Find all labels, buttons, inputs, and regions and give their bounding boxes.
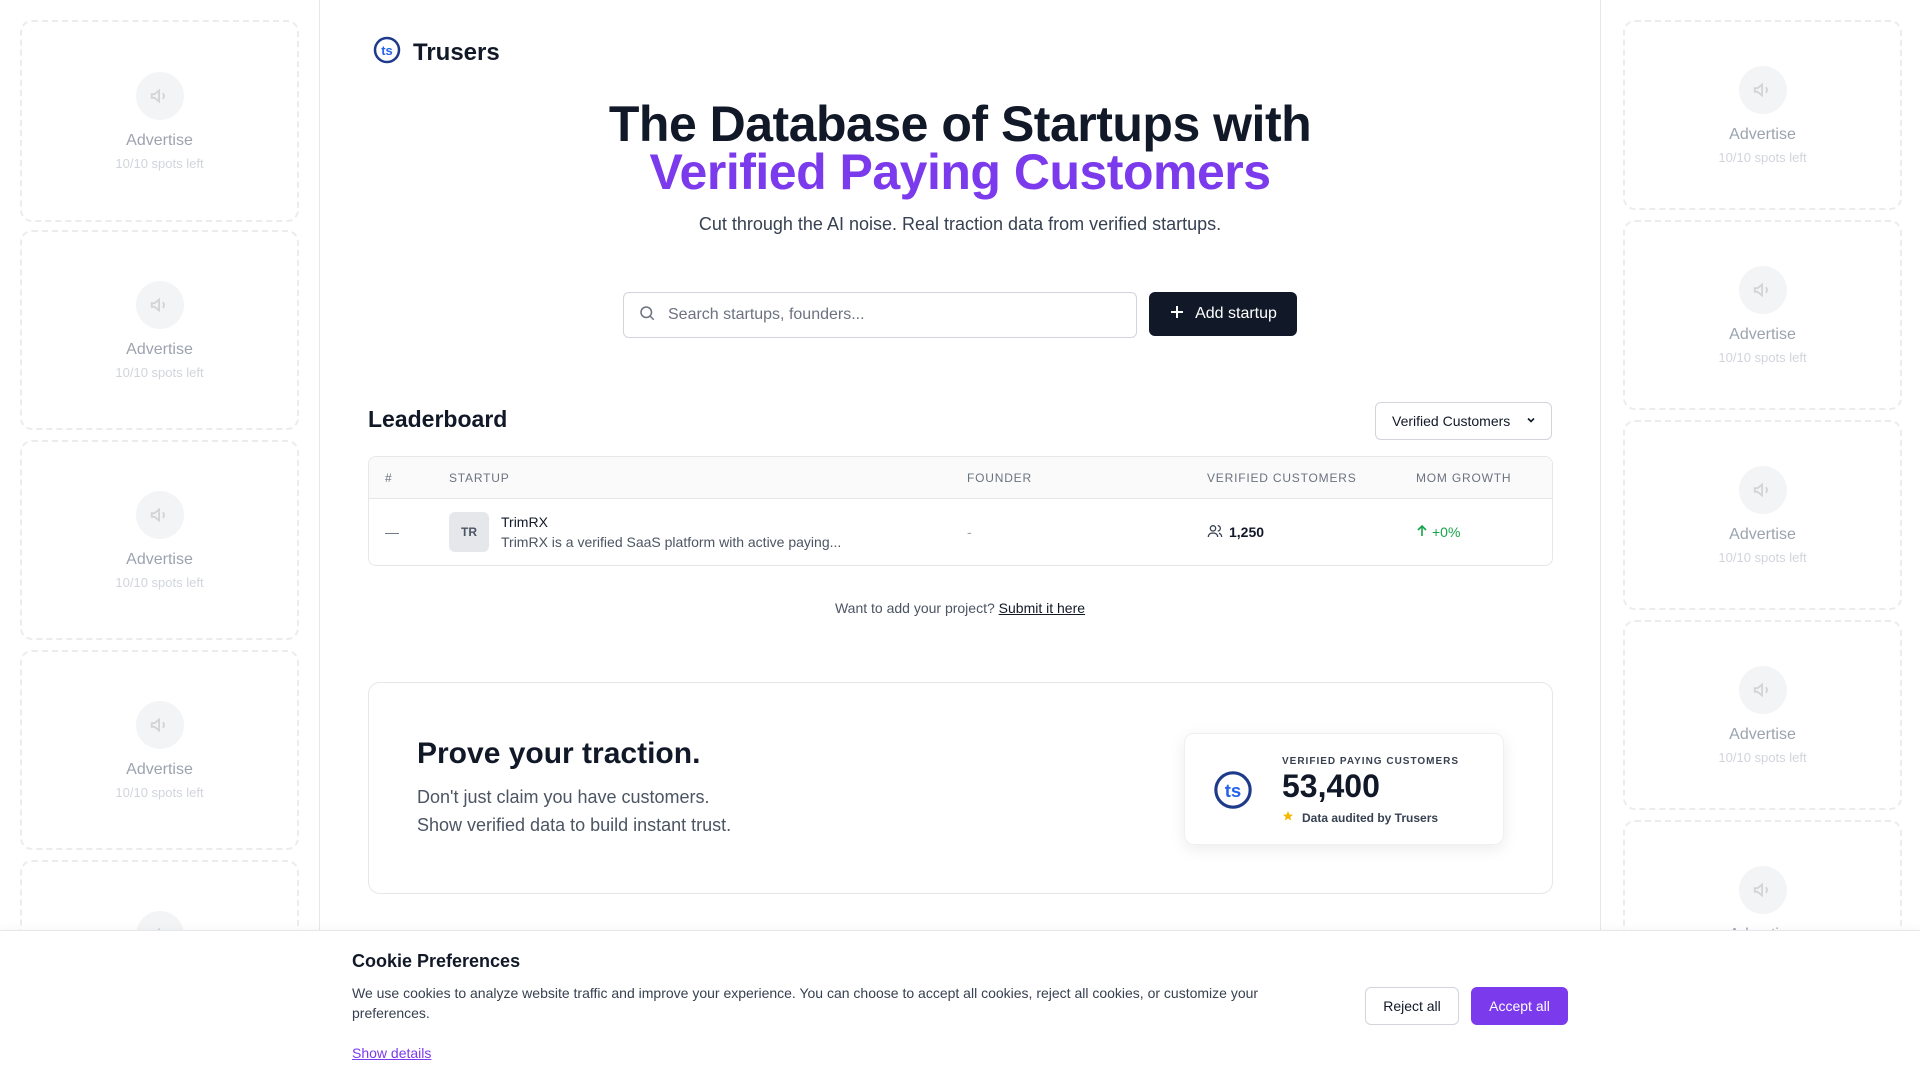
- growth-value: +0%: [1432, 524, 1461, 540]
- table-header: # Startup Founder Verified Customers MoM…: [369, 457, 1552, 499]
- left-ad-rail: Advertise 10/10 spots left Advertise 10/…: [0, 0, 320, 1080]
- add-startup-button[interactable]: Add startup: [1149, 292, 1297, 336]
- ad-title: Advertise: [1729, 525, 1796, 543]
- ad-slot[interactable]: Advertise 10/10 spots left: [1623, 620, 1902, 810]
- main-content: ts Trusers The Database of Startups with…: [320, 0, 1600, 1080]
- ad-title: Advertise: [126, 340, 193, 358]
- row-growth: +0%: [1416, 499, 1460, 565]
- leaderboard-title: Leaderboard: [368, 406, 508, 432]
- startup-name: TrimRX: [501, 514, 548, 530]
- hero: The Database of Startups with Verified P…: [320, 99, 1600, 235]
- hero-title-line2: Verified Paying Customers: [649, 144, 1271, 200]
- ad-spots: 10/10 spots left: [1718, 549, 1807, 565]
- leaderboard-filter-value: Verified Customers: [1392, 413, 1511, 429]
- ad-spots: 10/10 spots left: [115, 574, 204, 590]
- search-icon: [638, 304, 656, 327]
- cookie-banner: Cookie Preferences We use cookies to ana…: [0, 930, 1920, 1080]
- leaderboard-filter-select[interactable]: Verified Customers: [1375, 402, 1552, 440]
- ad-title: Advertise: [126, 550, 193, 568]
- card-audit-text: Data audited by Trusers: [1302, 810, 1439, 825]
- arrow-up-icon: [1416, 524, 1428, 540]
- search-box[interactable]: [623, 292, 1137, 338]
- submit-prompt: Want to add your project?: [834, 600, 995, 616]
- brand[interactable]: ts Trusers: [373, 36, 500, 69]
- trusers-logo-icon: ts: [373, 36, 401, 69]
- megaphone-icon: [135, 71, 184, 120]
- col-verified-customers: Verified Customers: [1207, 471, 1357, 485]
- megaphone-icon: [1738, 665, 1787, 714]
- hero-subtitle: Cut through the AI noise. Real traction …: [698, 214, 1222, 234]
- add-startup-label: Add startup: [1195, 305, 1277, 322]
- megaphone-icon: [1738, 465, 1787, 514]
- brand-name: Trusers: [413, 38, 500, 66]
- col-founder: Founder: [967, 471, 1032, 485]
- hero-title: The Database of Startups with Verified P…: [320, 99, 1600, 200]
- verified-customers-card: ts Verified Paying Customers 53,400 Data…: [1184, 733, 1504, 845]
- ad-title: Advertise: [1729, 125, 1796, 143]
- row-founder: -: [967, 524, 972, 540]
- right-ad-rail: Advertise 10/10 spots left Advertise 10/…: [1600, 0, 1920, 1080]
- row-rank: —: [385, 524, 399, 540]
- ad-spots: 10/10 spots left: [1718, 749, 1807, 765]
- ad-spots: 10/10 spots left: [115, 364, 204, 380]
- customers-count: 1,250: [1229, 524, 1265, 540]
- search-row: Add startup: [623, 292, 1297, 338]
- svg-text:ts: ts: [381, 43, 393, 58]
- megaphone-icon: [135, 280, 184, 329]
- users-icon: [1207, 523, 1223, 542]
- megaphone-icon: [1738, 65, 1787, 114]
- submit-link[interactable]: Submit it here: [999, 600, 1085, 616]
- traction-line1: Don't just claim you have customers.: [417, 787, 710, 807]
- megaphone-icon: [1738, 265, 1787, 314]
- ad-spots: 10/10 spots left: [1718, 149, 1807, 165]
- ad-title: Advertise: [1729, 725, 1796, 743]
- leaderboard-table: # Startup Founder Verified Customers MoM…: [368, 456, 1553, 566]
- trusers-logo-icon: ts: [1213, 770, 1253, 815]
- star-icon: [1282, 810, 1294, 825]
- ad-slot[interactable]: Advertise 10/10 spots left: [1623, 420, 1902, 610]
- ad-slot[interactable]: Advertise 10/10 spots left: [1623, 20, 1902, 210]
- card-value: 53,400: [1282, 768, 1380, 804]
- accept-all-button[interactable]: Accept all: [1471, 987, 1568, 1025]
- card-audit: Data audited by Trusers: [1282, 810, 1438, 825]
- ad-slot[interactable]: Advertise 10/10 spots left: [20, 20, 299, 222]
- search-input[interactable]: [668, 306, 1108, 324]
- ad-spots: 10/10 spots left: [1718, 349, 1807, 365]
- cookie-text: We use cookies to analyze website traffi…: [352, 985, 1259, 1021]
- row-customers: 1,250: [1207, 499, 1264, 565]
- col-mom-growth: MoM Growth: [1416, 471, 1512, 485]
- col-rank: #: [385, 471, 393, 485]
- ad-slot[interactable]: Advertise 10/10 spots left: [1623, 220, 1902, 410]
- card-caption: Verified Paying Customers: [1282, 756, 1460, 767]
- megaphone-icon: [1738, 865, 1787, 914]
- startup-logo: TR: [449, 512, 489, 552]
- ad-slot[interactable]: Advertise 10/10 spots left: [20, 650, 299, 850]
- show-details-link[interactable]: Show details: [352, 1045, 431, 1061]
- traction-section: Prove your traction. Don't just claim yo…: [368, 682, 1553, 894]
- megaphone-icon: [135, 700, 184, 749]
- ad-title: Advertise: [126, 131, 193, 149]
- megaphone-icon: [135, 490, 184, 539]
- traction-line2: Show verified data to build instant trus…: [417, 815, 732, 835]
- ad-slot[interactable]: Advertise 10/10 spots left: [20, 440, 299, 640]
- plus-icon: [1169, 304, 1185, 325]
- ad-title: Advertise: [1729, 325, 1796, 343]
- traction-title: Prove your traction.: [417, 737, 701, 770]
- col-startup: Startup: [449, 471, 510, 485]
- chevron-down-icon: [1525, 413, 1537, 429]
- row-startup[interactable]: TR TrimRX TrimRX is a verified SaaS plat…: [449, 499, 841, 565]
- svg-text:ts: ts: [1225, 780, 1242, 801]
- ad-spots: 10/10 spots left: [115, 784, 204, 800]
- startup-description: TrimRX is a verified SaaS platform with …: [501, 534, 842, 550]
- ad-title: Advertise: [126, 760, 193, 778]
- reject-all-button[interactable]: Reject all: [1365, 987, 1459, 1025]
- ad-slot[interactable]: Advertise 10/10 spots left: [20, 230, 299, 430]
- cookie-title: Cookie Preferences: [352, 951, 521, 971]
- table-row[interactable]: — TR TrimRX TrimRX is a verified SaaS pl…: [369, 499, 1552, 565]
- ad-spots: 10/10 spots left: [115, 155, 204, 171]
- submit-line: Want to add your project? Submit it here: [320, 600, 1600, 616]
